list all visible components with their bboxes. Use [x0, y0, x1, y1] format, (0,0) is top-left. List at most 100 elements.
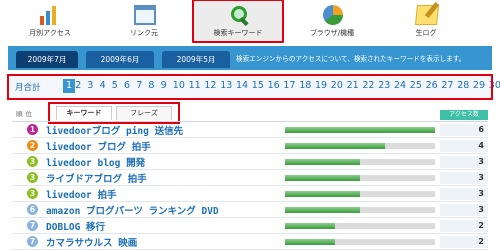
nav-label: 月別アクセス	[29, 29, 71, 37]
keyword-link[interactable]: livedoor 拍手	[46, 187, 116, 201]
access-bar	[285, 143, 385, 149]
access-count: 4	[440, 140, 488, 152]
day-link-6[interactable]: 6	[124, 80, 130, 91]
access-bar	[285, 127, 435, 133]
day-link-28[interactable]: 28	[457, 80, 469, 91]
day-link-24[interactable]: 24	[394, 80, 406, 91]
day-link-13[interactable]: 13	[220, 80, 232, 91]
day-link-21[interactable]: 21	[347, 80, 359, 91]
access-bar-track	[285, 127, 435, 133]
access-bar-track	[285, 143, 435, 149]
day-selector: 月合計 1 2 3 4 5 6 7 8 9 10 11 12 13 14 15 16 17 18 19 20 21 22 2…	[7, 74, 500, 100]
day-link-25[interactable]: 25	[410, 80, 422, 91]
access-count: 3	[440, 156, 488, 168]
table-row: 7 カマラサウルス 映画 2	[12, 234, 488, 250]
rank-badge: 1	[27, 124, 38, 135]
day-link-12[interactable]: 12	[204, 80, 216, 91]
rank-badge: 7	[27, 220, 38, 231]
tab-month-1[interactable]: 2009年7月	[16, 51, 78, 68]
tab-month-2[interactable]: 2009年6月	[86, 51, 154, 68]
table-row: 6 amazon ブログパーツ ランキング DVD 3	[12, 202, 488, 218]
access-bar-track	[285, 159, 435, 165]
access-count: 3	[440, 172, 488, 184]
nav-referrer[interactable]: リンク元	[100, 0, 188, 42]
nav-browser[interactable]: ブラウザ/機種	[288, 0, 376, 42]
month-bar: 2009年7月 2009年6月 2009年5月 検索エンジンからのアクセスについ…	[8, 46, 492, 70]
access-count: 3	[440, 188, 488, 200]
keyword-link[interactable]: livedoor ブログ 拍手	[46, 139, 151, 153]
keyword-list: 1 livedoorブログ ping 送信先 6 2 livedoor ブログ 拍手 4 3…	[12, 122, 488, 250]
rank-badge: 2	[27, 140, 38, 151]
rank-badge: 6	[27, 204, 38, 215]
access-bar	[285, 191, 360, 197]
access-bar	[285, 207, 360, 213]
day-link-22[interactable]: 22	[362, 80, 374, 91]
monthly-total-link[interactable]: 月合計	[15, 81, 41, 93]
nav-label: 検索キーワード	[213, 29, 263, 37]
access-count: 2	[440, 236, 488, 248]
access-bar	[285, 175, 360, 181]
nav-label: リンク元	[130, 29, 158, 37]
day-link-16[interactable]: 16	[268, 80, 280, 91]
nav-monthly-access[interactable]: 月別アクセス	[6, 0, 94, 42]
bar-chart-icon	[40, 5, 62, 25]
top-navigation: 月別アクセス リンク元 検索キーワード ブラウザ/機種 生ログ	[0, 0, 500, 43]
day-link-30[interactable]: 30	[489, 80, 500, 91]
day-link-20[interactable]: 20	[331, 80, 343, 91]
keyword-link[interactable]: DOBLOG 移行	[46, 219, 105, 233]
day-link-3[interactable]: 3	[87, 80, 93, 91]
window-icon	[134, 5, 156, 25]
access-bar-track	[285, 239, 435, 245]
keyword-link[interactable]: livedoor blog 開発	[46, 155, 145, 169]
nav-raw-log[interactable]: 生ログ	[382, 0, 470, 42]
rank-badge: 3	[27, 156, 38, 167]
day-link-23[interactable]: 23	[378, 80, 390, 91]
keyword-link[interactable]: ライブドアブログ 拍手	[46, 171, 147, 185]
access-bar-track	[285, 207, 435, 213]
day-link-14[interactable]: 14	[236, 80, 248, 91]
day-link-2[interactable]: 2	[75, 80, 81, 91]
access-bar	[285, 223, 335, 229]
day-link-9[interactable]: 9	[161, 80, 167, 91]
tab-month-3[interactable]: 2009年5月	[162, 51, 230, 68]
access-bar-track	[285, 191, 435, 197]
rank-badge: 7	[27, 236, 38, 247]
table-row: 7 DOBLOG 移行 2	[12, 218, 488, 234]
keyword-tab[interactable]: キーワード	[56, 106, 112, 120]
nav-search-keyword[interactable]: 検索キーワード	[192, 0, 284, 43]
pie-chart-icon	[323, 5, 343, 25]
day-link-7[interactable]: 7	[136, 80, 142, 91]
keyword-link[interactable]: amazon ブログパーツ ランキング DVD	[46, 203, 219, 217]
day-link-1[interactable]: 1	[63, 79, 76, 93]
day-link-17[interactable]: 17	[283, 80, 295, 91]
keyword-link[interactable]: livedoorブログ ping 送信先	[46, 123, 183, 137]
day-link-10[interactable]: 10	[173, 80, 185, 91]
day-link-29[interactable]: 29	[473, 80, 485, 91]
access-bar-track	[285, 223, 435, 229]
day-link-27[interactable]: 27	[441, 80, 453, 91]
table-row: 3 livedoor 拍手 3	[12, 186, 488, 202]
day-link-26[interactable]: 26	[426, 80, 438, 91]
rank-badge: 3	[27, 172, 38, 183]
day-link-4[interactable]: 4	[100, 80, 106, 91]
keyword-link[interactable]: カマラサウルス 映画	[46, 235, 137, 249]
day-link-18[interactable]: 18	[299, 80, 311, 91]
access-count: 2	[440, 220, 488, 232]
access-bar	[285, 159, 360, 165]
day-link-15[interactable]: 15	[252, 80, 264, 91]
day-link-5[interactable]: 5	[112, 80, 118, 91]
nav-label: ブラウザ/機種	[309, 29, 355, 37]
table-row: 3 ライブドアブログ 拍手 3	[12, 170, 488, 186]
table-row: 2 livedoor ブログ 拍手 4	[12, 138, 488, 154]
day-link-19[interactable]: 19	[315, 80, 327, 91]
notepad-icon	[414, 5, 440, 25]
access-count: 3	[440, 204, 488, 216]
access-bar-track	[285, 175, 435, 181]
day-link-8[interactable]: 8	[148, 80, 154, 91]
access-count-header: アクセス数	[440, 110, 488, 120]
access-count: 6	[440, 124, 488, 136]
rank-badge: 3	[27, 188, 38, 199]
keyword-phrase-toggle: キーワード フレーズ	[48, 102, 180, 124]
phrase-tab[interactable]: フレーズ	[116, 106, 172, 120]
day-link-11[interactable]: 11	[189, 80, 201, 91]
